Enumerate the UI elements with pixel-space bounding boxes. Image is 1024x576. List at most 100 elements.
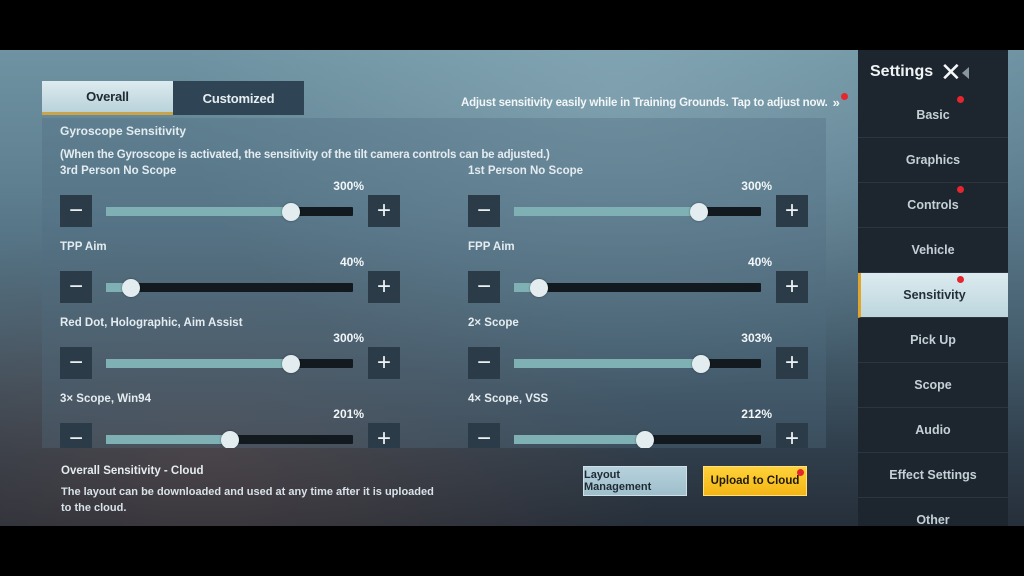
- increase-button[interactable]: +: [776, 195, 808, 227]
- sensitivity-slider[interactable]: [106, 430, 353, 448]
- gyroscope-title: Gyroscope Sensitivity: [60, 124, 187, 138]
- setting-value: 201%: [333, 407, 364, 421]
- setting-value: 40%: [339, 255, 364, 269]
- sidebar-item-pick-up[interactable]: Pick Up: [858, 318, 1008, 363]
- slider-fill: [106, 207, 292, 216]
- slider-handle[interactable]: [692, 354, 711, 373]
- slider-fill: [106, 435, 231, 444]
- tab-overall[interactable]: Overall: [42, 81, 173, 115]
- sensitivity-slider[interactable]: [106, 354, 353, 373]
- slider-handle[interactable]: [635, 430, 654, 448]
- decrease-button[interactable]: −: [468, 195, 500, 227]
- slider-fill: [514, 435, 645, 444]
- setting-label: 2× Scope: [468, 317, 519, 329]
- sensitivity-slider[interactable]: [106, 202, 353, 221]
- sidebar-menu: Basic Graphics Controls Vehicle Sensitivity P…: [858, 93, 1008, 526]
- plus-icon: +: [376, 349, 391, 376]
- minus-icon: −: [476, 197, 491, 224]
- sidebar-item-label: Controls: [907, 198, 959, 212]
- decrease-button[interactable]: −: [60, 195, 92, 227]
- sidebar-item-controls[interactable]: Controls: [858, 183, 1008, 228]
- slider-fill: [106, 359, 292, 368]
- sidebar-item-label: Effect Settings: [889, 468, 977, 482]
- slider-fill: [514, 359, 702, 368]
- training-grounds-hint-link[interactable]: Adjust sensitivity easily while in Train…: [461, 93, 848, 110]
- sidebar-item-label: Other: [916, 513, 950, 526]
- slider-handle[interactable]: [529, 278, 548, 297]
- sensitivity-slider[interactable]: [514, 430, 761, 448]
- sidebar-item-label: Basic: [916, 108, 950, 122]
- increase-button[interactable]: +: [368, 271, 400, 303]
- settings-sidebar: Settings ✕ Basic Graphics Controls Vehicle S…: [858, 50, 1008, 526]
- decrease-button[interactable]: −: [60, 271, 92, 303]
- setting-label: FPP Aim: [468, 241, 515, 253]
- decrease-button[interactable]: −: [60, 347, 92, 379]
- sidebar-item-label: Audio: [915, 423, 951, 437]
- layout-management-button[interactable]: Layout Management: [583, 466, 687, 496]
- increase-button[interactable]: +: [368, 195, 400, 227]
- sidebar-item-label: Pick Up: [910, 333, 956, 347]
- slider-handle[interactable]: [282, 354, 301, 373]
- cloud-title: Overall Sensitivity - Cloud: [61, 465, 204, 477]
- sidebar-item-other[interactable]: Other: [858, 498, 1008, 526]
- sensitivity-setting: Red Dot, Holographic, Aim Assist 300% − +: [60, 317, 400, 393]
- setting-value: 212%: [741, 407, 772, 421]
- increase-button[interactable]: +: [368, 347, 400, 379]
- sidebar-item-vehicle[interactable]: Vehicle: [858, 228, 1008, 273]
- sensitivity-slider[interactable]: [514, 278, 761, 297]
- notification-dot-icon: [797, 469, 804, 476]
- slider-handle[interactable]: [121, 278, 140, 297]
- sidebar-item-label: Graphics: [905, 153, 961, 167]
- minus-icon: −: [68, 425, 83, 449]
- sidebar-title: Settings: [870, 63, 934, 80]
- sensitivity-slider[interactable]: [106, 278, 353, 297]
- upload-label: Upload to Cloud: [710, 475, 800, 487]
- tab-customized[interactable]: Customized: [173, 81, 304, 115]
- setting-value: 303%: [741, 331, 772, 345]
- sidebar-item-sensitivity[interactable]: Sensitivity: [858, 273, 1008, 318]
- sensitivity-setting: TPP Aim 40% − +: [60, 241, 400, 317]
- decrease-button[interactable]: −: [468, 347, 500, 379]
- setting-label: 1st Person No Scope: [468, 165, 584, 177]
- plus-icon: +: [784, 197, 799, 224]
- decrease-button[interactable]: −: [468, 423, 500, 448]
- notification-dot-icon: [840, 93, 848, 100]
- close-icon: ✕: [940, 57, 962, 87]
- setting-value: 300%: [333, 331, 364, 345]
- setting-label: 3× Scope, Win94: [60, 393, 151, 405]
- sensitivity-setting: 3rd Person No Scope 300% − +: [60, 165, 400, 241]
- sidebar-item-scope[interactable]: Scope: [858, 363, 1008, 408]
- sensitivity-slider[interactable]: [514, 354, 761, 373]
- sensitivity-slider[interactable]: [514, 202, 761, 221]
- upload-to-cloud-button[interactable]: Upload to Cloud: [703, 466, 807, 496]
- slider-handle[interactable]: [221, 430, 240, 448]
- sidebar-item-label: Scope: [914, 378, 952, 392]
- close-button[interactable]: ✕: [940, 58, 970, 86]
- sidebar-item-effect-settings[interactable]: Effect Settings: [858, 453, 1008, 498]
- plus-icon: +: [376, 425, 391, 449]
- plus-icon: +: [784, 425, 799, 449]
- hint-text: Adjust sensitivity easily while in Train…: [461, 96, 828, 109]
- setting-label: TPP Aim: [60, 241, 107, 253]
- sensitivity-setting: FPP Aim 40% − +: [468, 241, 808, 317]
- sidebar-item-graphics[interactable]: Graphics: [858, 138, 1008, 183]
- minus-icon: −: [476, 349, 491, 376]
- slider-handle[interactable]: [282, 202, 301, 221]
- plus-icon: +: [376, 197, 391, 224]
- increase-button[interactable]: +: [776, 423, 808, 448]
- collapse-arrow-icon: [962, 67, 969, 79]
- decrease-button[interactable]: −: [468, 271, 500, 303]
- setting-label: Red Dot, Holographic, Aim Assist: [60, 317, 243, 329]
- sidebar-item-audio[interactable]: Audio: [858, 408, 1008, 453]
- slider-fill: [514, 207, 700, 216]
- decrease-button[interactable]: −: [60, 423, 92, 448]
- increase-button[interactable]: +: [368, 423, 400, 448]
- minus-icon: −: [68, 349, 83, 376]
- increase-button[interactable]: +: [776, 347, 808, 379]
- minus-icon: −: [68, 273, 83, 300]
- sidebar-item-basic[interactable]: Basic: [858, 93, 1008, 138]
- minus-icon: −: [476, 273, 491, 300]
- increase-button[interactable]: +: [776, 271, 808, 303]
- sensitivity-setting: 4× Scope, VSS 212% − +: [468, 393, 808, 448]
- slider-handle[interactable]: [690, 202, 709, 221]
